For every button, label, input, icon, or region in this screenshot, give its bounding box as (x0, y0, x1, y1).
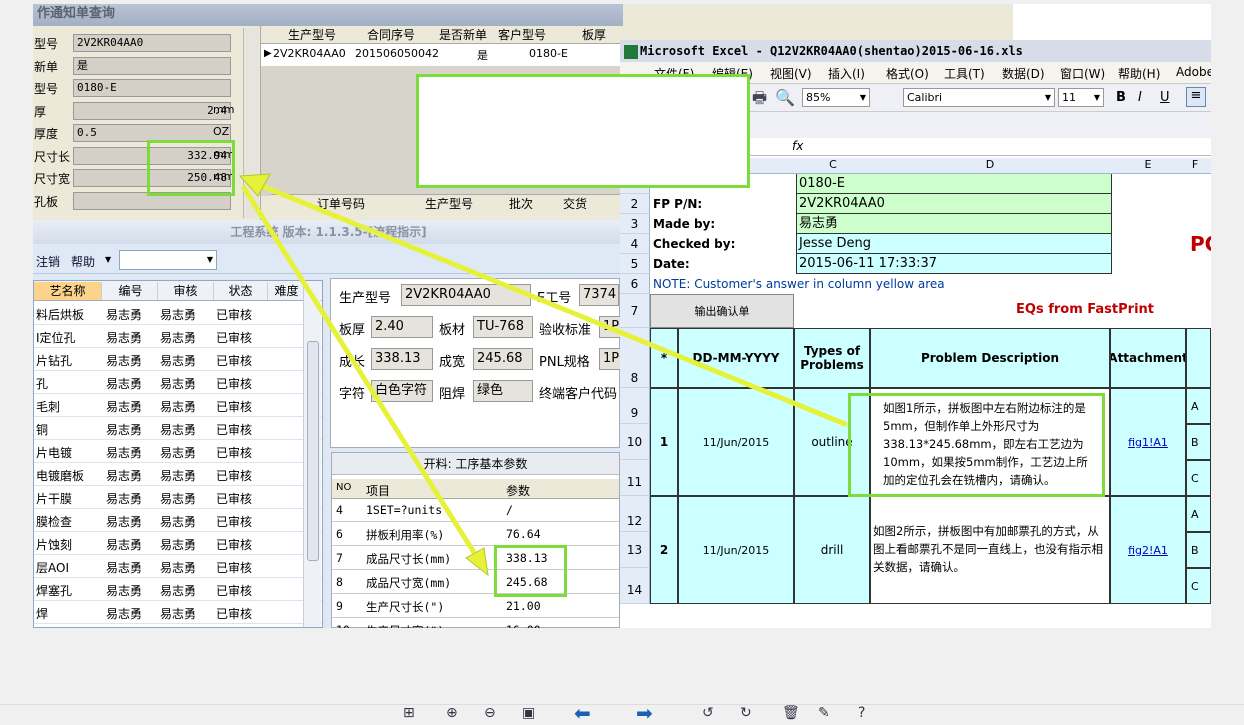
fit-icon[interactable]: ▣ (522, 706, 535, 720)
forward-arrow-icon[interactable]: ➡ (636, 703, 653, 723)
delete-icon[interactable]: 🗑 (782, 706, 800, 720)
rotate-left-icon[interactable]: ↺ (702, 706, 714, 720)
help-icon[interactable]: ? (858, 706, 865, 720)
back-arrow-icon[interactable]: ⬅ (574, 703, 591, 723)
rotate-right-icon[interactable]: ↻ (740, 706, 752, 720)
zoom-in-icon[interactable]: ⊕ (446, 706, 458, 720)
zoom-out-icon[interactable]: ⊖ (484, 706, 496, 720)
viewer-toolbar: ⊞ ⊕ ⊖ ▣ ⬅ ➡ ↺ ↻ 🗑 ✎? (0, 703, 1244, 723)
slideshow-icon[interactable]: ⊞ (403, 706, 415, 720)
edit-icon[interactable]: ✎ (818, 706, 830, 720)
annotation-arrows (238, 173, 848, 577)
